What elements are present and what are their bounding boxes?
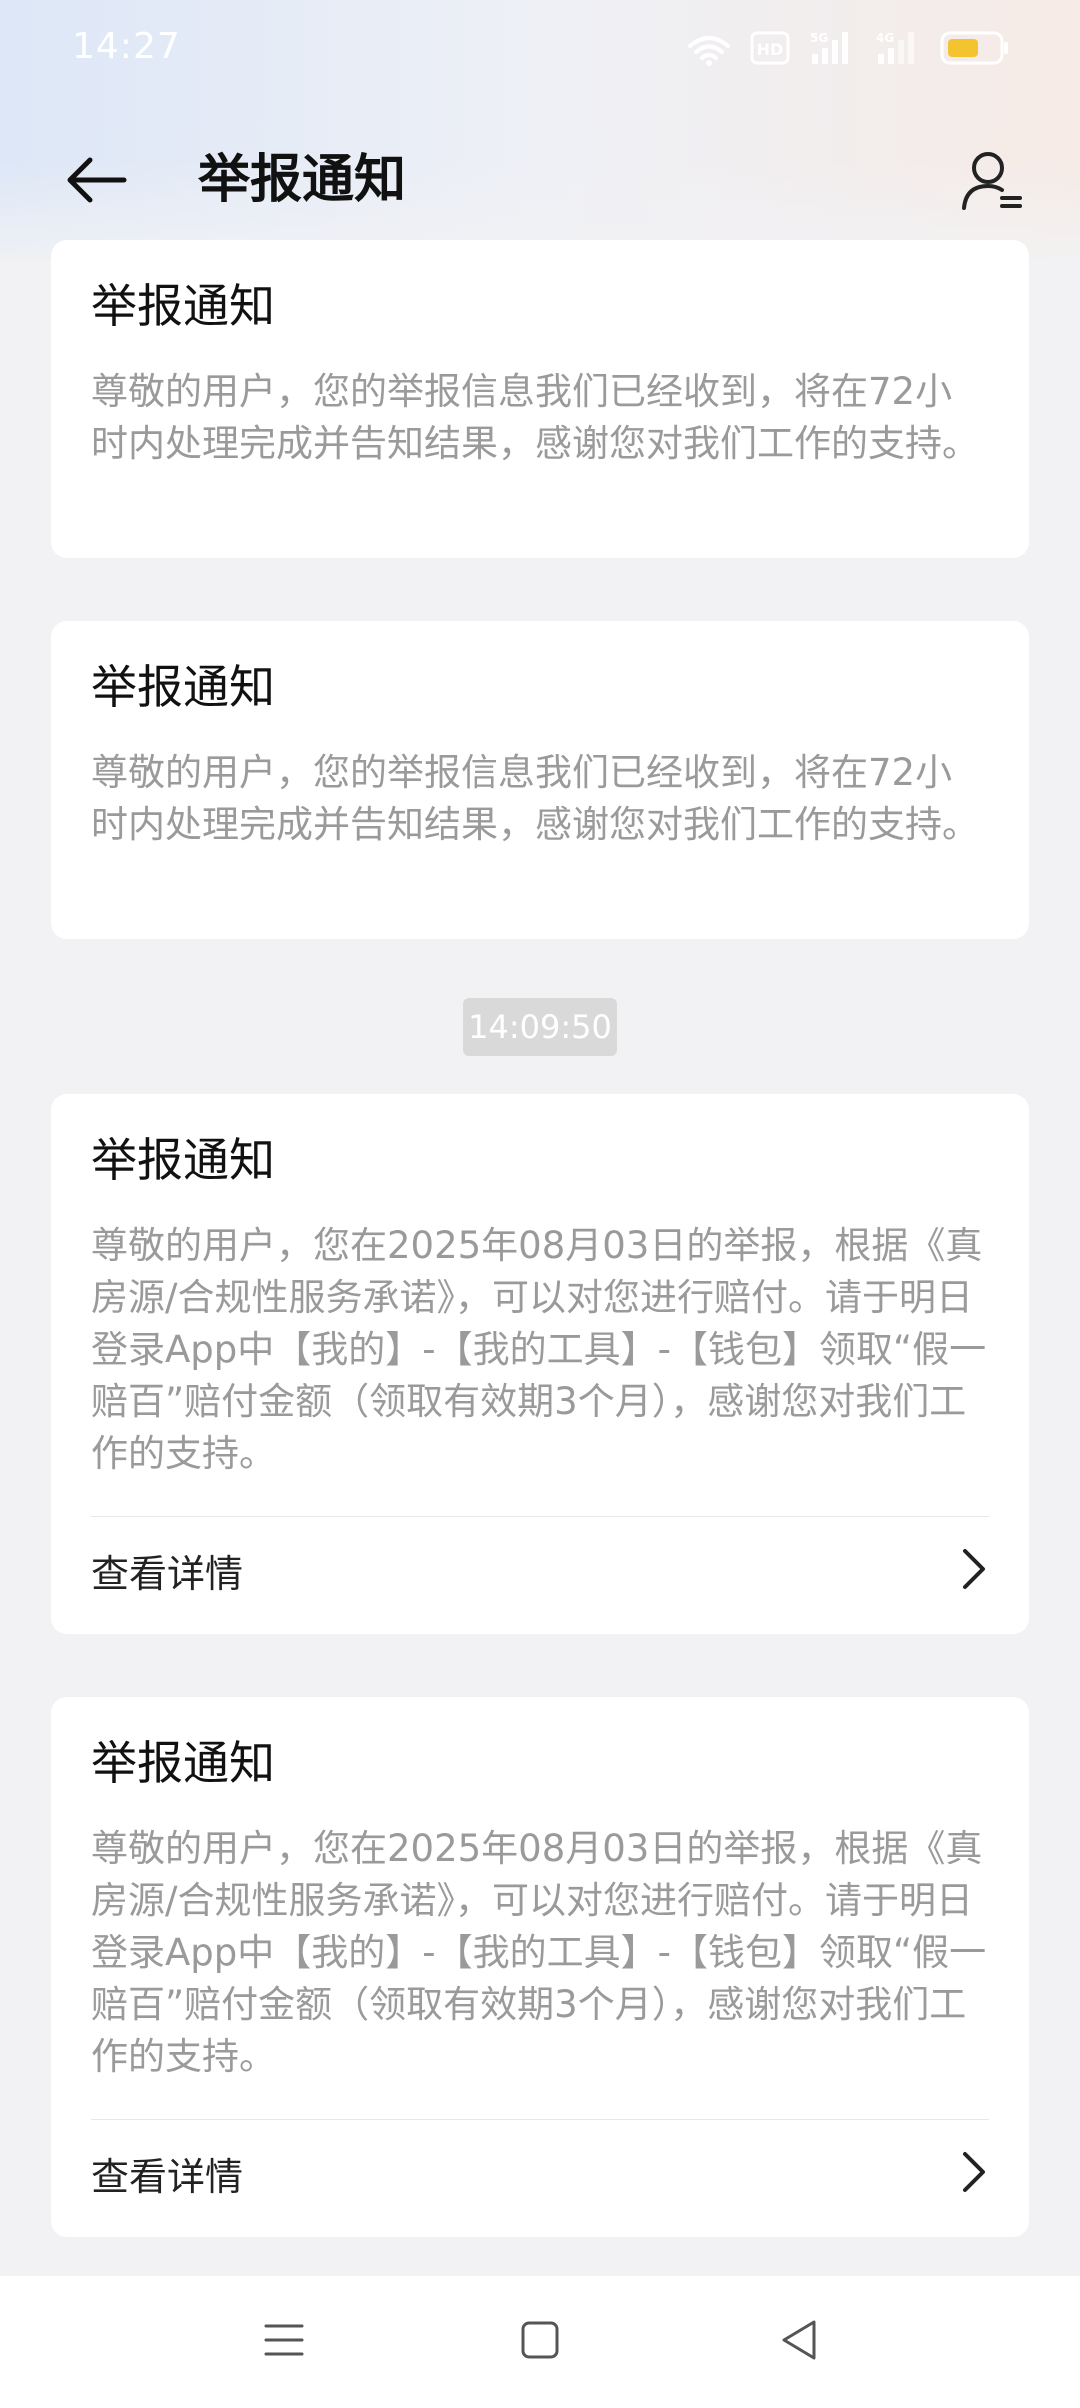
nav-back-button[interactable] (760, 2302, 840, 2382)
card-title: 举报通知 (91, 660, 275, 714)
nav-menu-button[interactable] (244, 2302, 324, 2382)
notification-card: 举报通知 尊敬的用户，您的举报信息我们已经收到，将在72小时内处理完成并告知结果… (51, 240, 1029, 558)
app-header: 举报通知 (0, 120, 1080, 240)
user-settings-icon (960, 148, 1024, 216)
back-triangle-icon (778, 2318, 822, 2366)
card-body: 尊敬的用户，您在2025年08月03日的举报，根据《真房源/合规性服务承诺》，可… (91, 1827, 987, 2078)
chevron-right-icon (959, 2150, 989, 2198)
notification-card: 举报通知 尊敬的用户，您的举报信息我们已经收到，将在72小时内处理完成并告知结果… (51, 621, 1029, 939)
network-5g-label: 5G (810, 31, 828, 45)
status-bar: 14:27 HD 5G 4G (0, 0, 1080, 96)
card-title: 举报通知 (91, 1133, 275, 1187)
wifi-icon (686, 30, 732, 66)
signal-5g-icon: 5G (808, 30, 856, 66)
view-details-button[interactable]: 查看详情 (91, 2120, 989, 2227)
status-time: 14:27 (72, 26, 181, 67)
battery-icon (940, 30, 1010, 66)
card-body: 尊敬的用户，您的举报信息我们已经收到，将在72小时内处理完成并告知结果，感谢您对… (91, 751, 979, 846)
notification-card: 举报通知 尊敬的用户，您在2025年08月03日的举报，根据《真房源/合规性服务… (51, 1697, 1029, 2237)
card-title: 举报通知 (91, 279, 275, 333)
hd-icon: HD (750, 31, 790, 65)
signal-4g-icon: 4G (874, 30, 922, 66)
notification-card: 举报通知 尊敬的用户，您在2025年08月03日的举报，根据《真房源/合规性服务… (51, 1094, 1029, 1634)
menu-icon (262, 2320, 306, 2364)
view-details-label: 查看详情 (91, 1552, 244, 1596)
back-button[interactable] (56, 142, 136, 222)
card-body: 尊敬的用户，您的举报信息我们已经收到，将在72小时内处理完成并告知结果，感谢您对… (91, 370, 979, 465)
arrow-left-icon (64, 156, 128, 208)
view-details-label: 查看详情 (91, 2155, 244, 2199)
chevron-right-icon (959, 1547, 989, 1595)
page-title: 举报通知 (198, 150, 407, 210)
card-title: 举报通知 (91, 1736, 275, 1790)
nav-home-button[interactable] (500, 2302, 580, 2382)
view-details-button[interactable]: 查看详情 (91, 1517, 989, 1624)
network-4g-label: 4G (876, 31, 894, 45)
home-square-icon (520, 2320, 560, 2364)
status-icons: HD 5G 4G (686, 28, 1010, 68)
user-settings-button[interactable] (948, 138, 1036, 226)
timestamp-chip: 14:09:50 (463, 998, 617, 1056)
system-nav-bar (0, 2276, 1080, 2408)
card-body: 尊敬的用户，您在2025年08月03日的举报，根据《真房源/合规性服务承诺》，可… (91, 1224, 987, 1475)
hd-label: HD (757, 40, 784, 59)
